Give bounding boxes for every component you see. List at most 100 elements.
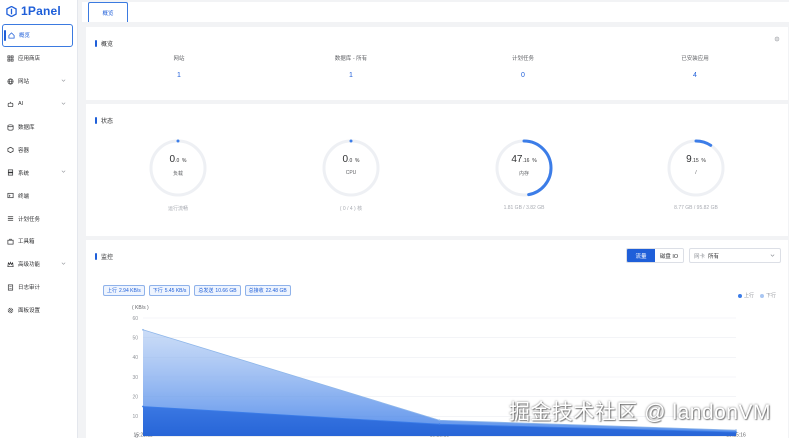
data-point [142, 405, 144, 408]
gauge[interactable]: 47.16 % 内存 [494, 138, 554, 198]
stat-label: 网站 [173, 56, 185, 62]
sidebar-item-label: 网站 [18, 79, 30, 86]
chevron-down-icon [61, 170, 66, 174]
status-card: 状态 0.0 % 负载运行流畅 0.0 % CPU ( 0 / 4 ) 核 47.16 %… [86, 104, 788, 236]
gauge-detail: 1.81 GB / 3.82 GB [503, 205, 545, 211]
overview-card: 概览 网站 1 数据库 - 所有 1 计划任务 0 已安装应用 4 [86, 27, 788, 100]
gauge-ring [322, 139, 380, 197]
sidebar-item[interactable]: 容器 [0, 138, 77, 161]
sidebar-item-label: 计划任务 [18, 216, 41, 223]
y-tick-label: 40 [132, 355, 138, 361]
sidebar-item[interactable]: 应用商店 [0, 47, 77, 70]
sidebar-item-label: AI [18, 101, 24, 108]
sidebar-item[interactable]: 工具箱 [0, 230, 77, 253]
sidebar-item-label: 概览 [19, 33, 31, 40]
data-point [735, 429, 737, 431]
stat-databases[interactable]: 数据库 - 所有 1 [311, 54, 391, 79]
stat-cronjobs[interactable]: 计划任务 0 [483, 54, 563, 79]
sidebar-item[interactable]: 网站 [0, 70, 77, 93]
tab-overview[interactable]: 概览 [88, 2, 128, 22]
gauge-ring [667, 139, 725, 197]
toolbox-icon [7, 238, 14, 245]
sidebar-item[interactable]: 系统 [0, 161, 77, 184]
gauge-decimal: .0 [175, 158, 180, 164]
sidebar-item-label: 日志审计 [18, 285, 41, 292]
crown-icon [7, 261, 14, 268]
sidebar-item[interactable]: 终端 [0, 184, 77, 207]
gauge-detail: 运行流畅 [167, 206, 188, 212]
stat-value[interactable]: 0 [483, 72, 563, 79]
gauge[interactable]: 0.0 % 负载 [148, 138, 208, 198]
status-title: 状态 [101, 119, 114, 125]
chevron-down-icon [61, 102, 66, 105]
globe-icon [7, 78, 14, 85]
gauge-name: CPU [345, 170, 357, 176]
gear-icon [7, 307, 14, 314]
stat-websites[interactable]: 网站 1 [139, 54, 219, 79]
stat-value[interactable]: 1 [311, 72, 391, 79]
tab-bar: 概览 [82, 2, 789, 22]
gauge-decimal: .0 [348, 158, 353, 164]
list-icon [7, 215, 14, 222]
sidebar-menu: 概览应用商店网站 AI 数据库容器系统 终端计划任务工具箱高级功能日志审计面板设置 [0, 24, 77, 322]
gauge-value: 47 [511, 154, 523, 165]
data-point [142, 328, 144, 331]
gauge-unit: % [532, 158, 537, 164]
gauge-detail: 8.77 GB / 95.82 GB [674, 205, 718, 211]
y-tick-label: 50 [132, 335, 138, 341]
gauge-name: 负载 [172, 171, 183, 177]
stat-label: 计划任务 [511, 56, 534, 62]
settings-icon[interactable] [774, 36, 780, 42]
gauge-percent: 47.16 % [494, 154, 554, 165]
watermark: 掘金技术社区 @ landonVM [508, 401, 771, 424]
gauge-detail: ( 0 / 4 ) 核 [339, 206, 363, 212]
chevron-down-icon [61, 79, 66, 82]
sidebar-item[interactable]: 面板设置 [0, 299, 77, 322]
gauge-percent: 9.15 % [666, 154, 726, 165]
sidebar-item[interactable]: 计划任务 [0, 207, 77, 230]
logo-icon [6, 5, 17, 17]
sidebar-item-label: 数据库 [18, 125, 35, 131]
sidebar-item-label: 高级功能 [18, 262, 41, 269]
gauge[interactable]: 9.15 % / [666, 138, 726, 198]
gauge-decimal: .16 [522, 158, 530, 164]
stat-installed-apps[interactable]: 已安装应用 4 [655, 54, 735, 79]
sidebar-item-label: 应用商店 [18, 56, 41, 63]
title-bar [95, 40, 97, 47]
chevron-down-icon [61, 262, 66, 265]
title-bar [95, 117, 97, 124]
terminal-icon [7, 192, 14, 199]
robot-icon [7, 101, 14, 108]
gauge-percent: 0.0 % [148, 154, 208, 165]
container-icon [7, 146, 14, 154]
sidebar-item-label: 工具箱 [18, 239, 35, 246]
gauge-decimal: .15 [691, 158, 699, 164]
data-point [438, 423, 441, 426]
stat-value[interactable]: 4 [655, 72, 735, 79]
sidebar-item[interactable]: 高级功能 [0, 253, 77, 276]
sidebar-item[interactable]: 概览 [2, 24, 73, 47]
server-icon [7, 169, 14, 176]
logo[interactable]: 1Panel [0, 0, 77, 22]
gauge-unit: % [182, 158, 187, 164]
data-point [735, 431, 737, 433]
data-point [438, 419, 441, 422]
stat-label: 已安装应用 [681, 56, 709, 62]
gauge-name: / [695, 170, 697, 176]
gauge-unit: % [701, 158, 706, 164]
sidebar-item-label: 面板设置 [18, 308, 41, 315]
sidebar-item-label: 容器 [18, 147, 30, 154]
home-icon [8, 32, 15, 39]
stat-value[interactable]: 1 [139, 72, 219, 79]
gauge-ring [495, 139, 553, 197]
grid-icon [7, 55, 14, 62]
app-name: 1Panel [21, 4, 61, 18]
overview-title: 概览 [101, 42, 114, 48]
gauge[interactable]: 0.0 % CPU [321, 138, 381, 198]
sidebar-item[interactable]: AI [0, 93, 77, 116]
sidebar-item[interactable]: 日志审计 [0, 276, 77, 299]
gauge-ring [149, 139, 207, 197]
y-tick-label: 20 [132, 394, 138, 400]
gauge-unit: % [355, 158, 360, 164]
sidebar-item[interactable]: 数据库 [0, 116, 77, 139]
